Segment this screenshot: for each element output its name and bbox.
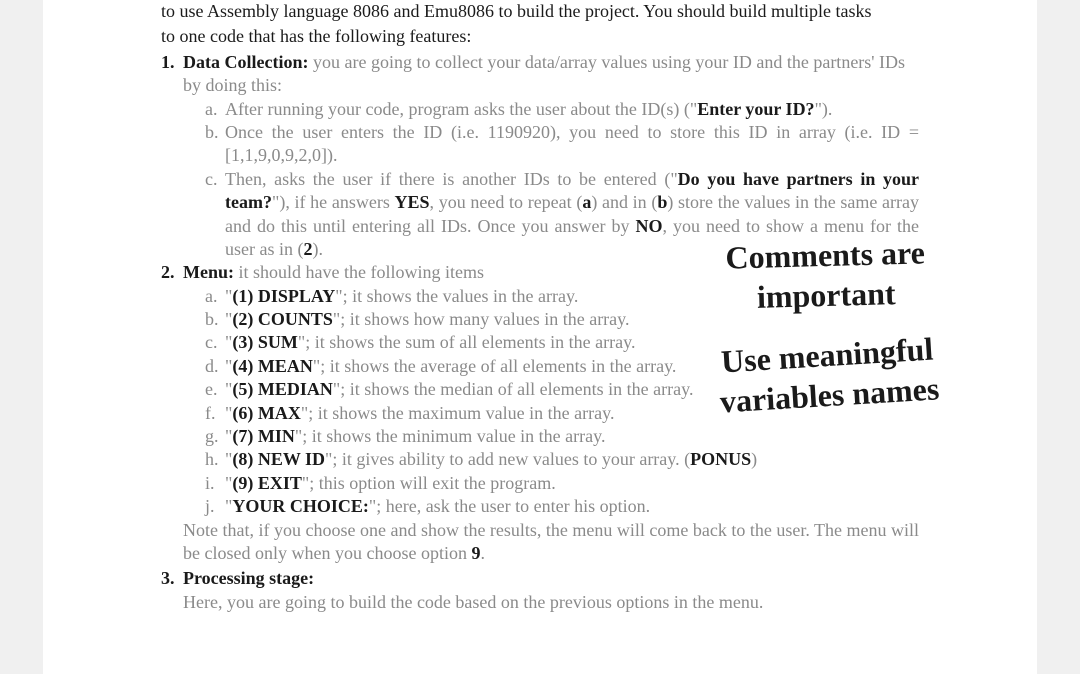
section-2-note: Note that, if you choose one and show th… — [183, 519, 919, 566]
section-1: 1. Data Collection: you are going to col… — [161, 51, 919, 262]
item-1c-t4: ) and in ( — [591, 192, 657, 212]
document-page: to use Assembly language 8086 and Emu808… — [43, 0, 1037, 674]
item-1c-b4: b — [657, 192, 667, 212]
menu-item-desc: "; it shows the median of all elements i… — [333, 379, 694, 399]
menu-item-desc: "; it shows the maximum value in the arr… — [301, 403, 615, 423]
menu-item-letter: f. — [205, 402, 225, 425]
item-2h-code: (8) NEW ID — [232, 449, 325, 469]
menu-item-letter: c. — [205, 331, 225, 354]
annotation-comments: Comments are important — [675, 231, 977, 319]
menu-item-code: (7) MIN — [232, 426, 294, 446]
section-2-title: Menu: — [183, 262, 234, 282]
section-2-desc: it should have the following items — [234, 262, 484, 282]
menu-item-letter: a. — [205, 285, 225, 308]
section-3-title: Processing stage: — [183, 567, 919, 590]
item-2h-end: ) — [751, 449, 757, 469]
note-t1: Note that, if you choose one and show th… — [183, 520, 919, 563]
item-2j-code: YOUR CHOICE: — [232, 496, 369, 516]
item-1a-letter: a. — [205, 98, 225, 121]
item-2h-bonus: PONUS — [690, 449, 751, 469]
menu-item-code: (1) DISPLAY — [232, 286, 335, 306]
item-1c-t2: "), if he answers — [272, 192, 395, 212]
item-1c-t7: ). — [312, 239, 323, 259]
item-1c-t3: , you need to repeat ( — [430, 192, 583, 212]
annotation-comments-l2: important — [676, 271, 977, 319]
section-3-number: 3. — [161, 567, 183, 614]
menu-item-desc: "; it shows the values in the array. — [335, 286, 578, 306]
item-2h-mid: "; it gives ability to add new values to… — [325, 449, 690, 469]
item-1b-letter: b. — [205, 121, 225, 168]
section-1-number: 1. — [161, 51, 183, 262]
menu-item-code: (3) SUM — [232, 332, 298, 352]
item-2j: j. "YOUR CHOICE:"; here, ask the user to… — [205, 495, 919, 518]
section-2-number: 2. — [161, 261, 183, 565]
menu-item-code: (4) MEAN — [232, 356, 312, 376]
menu-item-code: (2) COUNTS — [232, 309, 333, 329]
item-1a: a. After running your code, program asks… — [205, 98, 919, 121]
item-1a-bold: Enter your ID? — [697, 99, 814, 119]
menu-item: g."(7) MIN"; it shows the minimum value … — [205, 425, 919, 448]
item-1a-text1: After running your code, program asks th… — [225, 99, 697, 119]
section-3: 3. Processing stage: Here, you are going… — [161, 567, 919, 614]
item-1c-b5: NO — [636, 216, 663, 236]
menu-item-desc: "; it shows the minimum value in the arr… — [295, 426, 606, 446]
item-1c-b3: a — [582, 192, 591, 212]
section-1-title: Data Collection: — [183, 52, 308, 72]
menu-item-body: "(7) MIN"; it shows the minimum value in… — [225, 425, 919, 448]
menu-item-desc: "; it shows the sum of all elements in t… — [298, 332, 636, 352]
item-2i: i. "(9) EXIT"; this option will exit the… — [205, 472, 919, 495]
menu-item-letter: d. — [205, 355, 225, 378]
menu-item-code: (5) MEDIAN — [232, 379, 333, 399]
menu-item-letter: g. — [205, 425, 225, 448]
annotation-group: Comments are important Use meaningful va… — [675, 231, 980, 419]
menu-item-letter: e. — [205, 378, 225, 401]
item-1a-text2: "). — [815, 99, 833, 119]
menu-item-desc: "; it shows the average of all elements … — [313, 356, 677, 376]
item-1c-b2: YES — [395, 192, 430, 212]
item-2j-letter: j. — [205, 495, 225, 518]
item-1b: b. Once the user enters the ID (i.e. 119… — [205, 121, 919, 168]
item-1b-text: Once the user enters the ID (i.e. 119092… — [225, 121, 919, 168]
menu-item-letter: b. — [205, 308, 225, 331]
menu-item-code: (6) MAX — [232, 403, 300, 423]
item-1c-letter: c. — [205, 168, 225, 262]
item-2h-letter: h. — [205, 448, 225, 471]
annotation-variables: Use meaningful variables names — [676, 326, 980, 424]
intro-line-1: to use Assembly language 8086 and Emu808… — [161, 0, 919, 23]
item-2i-letter: i. — [205, 472, 225, 495]
item-2h: h. "(8) NEW ID"; it gives ability to add… — [205, 448, 919, 471]
item-2i-code: (9) EXIT — [232, 473, 302, 493]
item-2i-desc: "; this option will exit the program. — [302, 473, 556, 493]
item-2j-desc: "; here, ask the user to enter his optio… — [369, 496, 650, 516]
item-1c-t1: Then, asks the user if there is another … — [225, 169, 678, 189]
section-3-body: Here, you are going to build the code ba… — [183, 591, 919, 614]
menu-item-desc: "; it shows how many values in the array… — [333, 309, 630, 329]
note-t2: . — [480, 543, 485, 563]
intro-line-2: to one code that has the following featu… — [161, 25, 919, 48]
